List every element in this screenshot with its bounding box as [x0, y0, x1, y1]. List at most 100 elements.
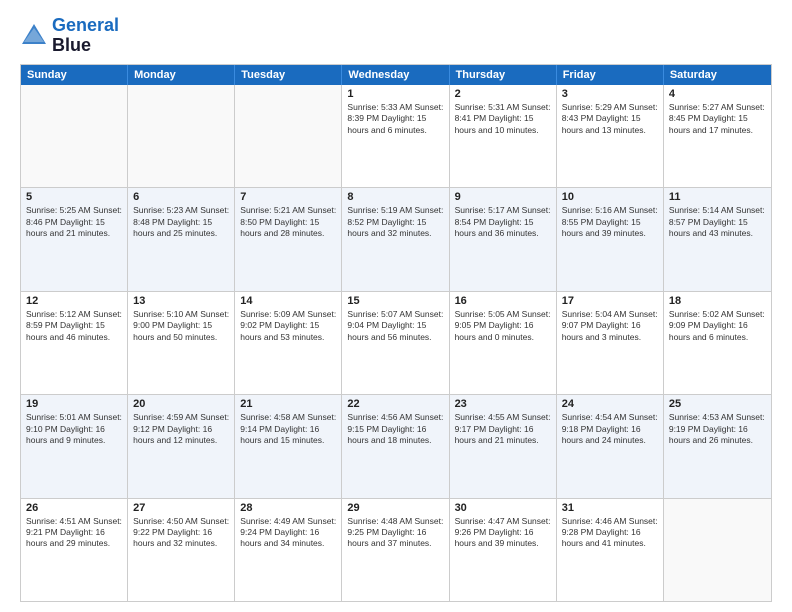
day-cell-22: 22Sunrise: 4:56 AM Sunset: 9:15 PM Dayli…	[342, 395, 449, 497]
calendar: SundayMondayTuesdayWednesdayThursdayFrid…	[20, 64, 772, 602]
page: General Blue SundayMondayTuesdayWednesda…	[0, 0, 792, 612]
day-cell-18: 18 Sunrise: 5:02 AM Sunset: 9:09 PM Dayli…	[664, 292, 771, 394]
day-cell-9: 9Sunrise: 5:17 AM Sunset: 8:54 PM Daylig…	[450, 188, 557, 290]
day-number: 25	[669, 398, 766, 410]
day-number: 9	[455, 191, 551, 203]
header-day-saturday: Saturday	[664, 65, 771, 85]
day-info: Sunrise: 5:33 AM Sunset: 8:39 PM Dayligh…	[347, 102, 443, 136]
day-number: 27	[133, 502, 229, 514]
header-day-sunday: Sunday	[21, 65, 128, 85]
day-info: Sunrise: 5:23 AM Sunset: 8:48 PM Dayligh…	[133, 205, 229, 239]
day-number: 8	[347, 191, 443, 203]
day-cell-27: 27 Sunrise: 4:50 AM Sunset: 9:22 PM Dayli…	[128, 499, 235, 601]
day-number: 23	[455, 398, 551, 410]
day-cell-10: 10Sunrise: 5:16 AM Sunset: 8:55 PM Dayli…	[557, 188, 664, 290]
calendar-body: 1 Sunrise: 5:33 AM Sunset: 8:39 PM Daylig…	[21, 85, 771, 601]
day-cell-2: 2 Sunrise: 5:31 AM Sunset: 8:41 PM Daylig…	[450, 85, 557, 187]
day-info: Sunrise: 4:49 AM Sunset: 9:24 PM Dayligh…	[240, 516, 336, 550]
day-number: 29	[347, 502, 443, 514]
day-cell-26: 26 Sunrise: 4:51 AM Sunset: 9:21 PM Dayli…	[21, 499, 128, 601]
header-day-thursday: Thursday	[450, 65, 557, 85]
day-cell-23: 23Sunrise: 4:55 AM Sunset: 9:17 PM Dayli…	[450, 395, 557, 497]
day-cell-28: 28Sunrise: 4:49 AM Sunset: 9:24 PM Dayli…	[235, 499, 342, 601]
calendar-row-2: 12 Sunrise: 5:12 AM Sunset: 8:59 PM Dayli…	[21, 291, 771, 394]
day-cell-25: 25 Sunrise: 4:53 AM Sunset: 9:19 PM Dayli…	[664, 395, 771, 497]
logo: General Blue	[20, 16, 119, 56]
day-cell-7: 7 Sunrise: 5:21 AM Sunset: 8:50 PM Daylig…	[235, 188, 342, 290]
day-cell-8: 8 Sunrise: 5:19 AM Sunset: 8:52 PM Daylig…	[342, 188, 449, 290]
header-day-wednesday: Wednesday	[342, 65, 449, 85]
day-number: 2	[455, 88, 551, 100]
day-cell-17: 17Sunrise: 5:04 AM Sunset: 9:07 PM Dayli…	[557, 292, 664, 394]
day-cell-1: 1 Sunrise: 5:33 AM Sunset: 8:39 PM Daylig…	[342, 85, 449, 187]
day-info: Sunrise: 5:14 AM Sunset: 8:57 PM Dayligh…	[669, 205, 766, 239]
header-day-tuesday: Tuesday	[235, 65, 342, 85]
day-number: 18	[669, 295, 766, 307]
calendar-row-3: 19 Sunrise: 5:01 AM Sunset: 9:10 PM Dayli…	[21, 394, 771, 497]
day-number: 4	[669, 88, 766, 100]
day-cell-20: 20Sunrise: 4:59 AM Sunset: 9:12 PM Dayli…	[128, 395, 235, 497]
day-info: Sunrise: 5:31 AM Sunset: 8:41 PM Dayligh…	[455, 102, 551, 136]
day-number: 22	[347, 398, 443, 410]
logo-icon	[20, 22, 48, 50]
day-number: 11	[669, 191, 766, 203]
empty-cell-0-1	[128, 85, 235, 187]
empty-cell-4-6	[664, 499, 771, 601]
day-info: Sunrise: 4:58 AM Sunset: 9:14 PM Dayligh…	[240, 412, 336, 446]
day-number: 30	[455, 502, 551, 514]
day-number: 19	[26, 398, 122, 410]
day-info: Sunrise: 5:25 AM Sunset: 8:46 PM Dayligh…	[26, 205, 122, 239]
day-cell-21: 21 Sunrise: 4:58 AM Sunset: 9:14 PM Dayli…	[235, 395, 342, 497]
day-info: Sunrise: 5:01 AM Sunset: 9:10 PM Dayligh…	[26, 412, 122, 446]
day-info: Sunrise: 4:50 AM Sunset: 9:22 PM Dayligh…	[133, 516, 229, 550]
day-cell-16: 16 Sunrise: 5:05 AM Sunset: 9:05 PM Dayli…	[450, 292, 557, 394]
day-info: Sunrise: 4:51 AM Sunset: 9:21 PM Dayligh…	[26, 516, 122, 550]
day-number: 3	[562, 88, 658, 100]
day-cell-30: 30 Sunrise: 4:47 AM Sunset: 9:26 PM Dayli…	[450, 499, 557, 601]
day-cell-14: 14 Sunrise: 5:09 AM Sunset: 9:02 PM Dayli…	[235, 292, 342, 394]
day-number: 24	[562, 398, 658, 410]
day-info: Sunrise: 5:21 AM Sunset: 8:50 PM Dayligh…	[240, 205, 336, 239]
day-number: 7	[240, 191, 336, 203]
day-info: Sunrise: 5:04 AM Sunset: 9:07 PM Dayligh…	[562, 309, 658, 343]
day-number: 31	[562, 502, 658, 514]
day-info: Sunrise: 5:09 AM Sunset: 9:02 PM Dayligh…	[240, 309, 336, 343]
day-info: Sunrise: 4:54 AM Sunset: 9:18 PM Dayligh…	[562, 412, 658, 446]
calendar-header: SundayMondayTuesdayWednesdayThursdayFrid…	[21, 65, 771, 85]
day-info: Sunrise: 5:02 AM Sunset: 9:09 PM Dayligh…	[669, 309, 766, 343]
day-info: Sunrise: 5:05 AM Sunset: 9:05 PM Dayligh…	[455, 309, 551, 343]
header: General Blue	[20, 16, 772, 56]
day-cell-5: 5 Sunrise: 5:25 AM Sunset: 8:46 PM Daylig…	[21, 188, 128, 290]
day-number: 26	[26, 502, 122, 514]
day-number: 13	[133, 295, 229, 307]
day-cell-24: 24 Sunrise: 4:54 AM Sunset: 9:18 PM Dayli…	[557, 395, 664, 497]
day-cell-11: 11 Sunrise: 5:14 AM Sunset: 8:57 PM Dayli…	[664, 188, 771, 290]
calendar-row-1: 5 Sunrise: 5:25 AM Sunset: 8:46 PM Daylig…	[21, 187, 771, 290]
day-number: 1	[347, 88, 443, 100]
day-number: 21	[240, 398, 336, 410]
calendar-row-4: 26 Sunrise: 4:51 AM Sunset: 9:21 PM Dayli…	[21, 498, 771, 601]
header-day-friday: Friday	[557, 65, 664, 85]
day-info: Sunrise: 4:53 AM Sunset: 9:19 PM Dayligh…	[669, 412, 766, 446]
day-number: 15	[347, 295, 443, 307]
day-info: Sunrise: 4:46 AM Sunset: 9:28 PM Dayligh…	[562, 516, 658, 550]
day-info: Sunrise: 4:47 AM Sunset: 9:26 PM Dayligh…	[455, 516, 551, 550]
day-number: 10	[562, 191, 658, 203]
day-cell-6: 6 Sunrise: 5:23 AM Sunset: 8:48 PM Daylig…	[128, 188, 235, 290]
day-number: 16	[455, 295, 551, 307]
day-info: Sunrise: 5:19 AM Sunset: 8:52 PM Dayligh…	[347, 205, 443, 239]
day-number: 12	[26, 295, 122, 307]
day-cell-29: 29 Sunrise: 4:48 AM Sunset: 9:25 PM Dayli…	[342, 499, 449, 601]
day-number: 6	[133, 191, 229, 203]
day-info: Sunrise: 5:07 AM Sunset: 9:04 PM Dayligh…	[347, 309, 443, 343]
day-number: 14	[240, 295, 336, 307]
day-info: Sunrise: 4:59 AM Sunset: 9:12 PM Dayligh…	[133, 412, 229, 446]
empty-cell-0-2	[235, 85, 342, 187]
day-info: Sunrise: 4:48 AM Sunset: 9:25 PM Dayligh…	[347, 516, 443, 550]
day-cell-13: 13Sunrise: 5:10 AM Sunset: 9:00 PM Dayli…	[128, 292, 235, 394]
day-cell-4: 4 Sunrise: 5:27 AM Sunset: 8:45 PM Daylig…	[664, 85, 771, 187]
day-number: 5	[26, 191, 122, 203]
day-cell-12: 12 Sunrise: 5:12 AM Sunset: 8:59 PM Dayli…	[21, 292, 128, 394]
day-info: Sunrise: 5:27 AM Sunset: 8:45 PM Dayligh…	[669, 102, 766, 136]
day-info: Sunrise: 5:12 AM Sunset: 8:59 PM Dayligh…	[26, 309, 122, 343]
